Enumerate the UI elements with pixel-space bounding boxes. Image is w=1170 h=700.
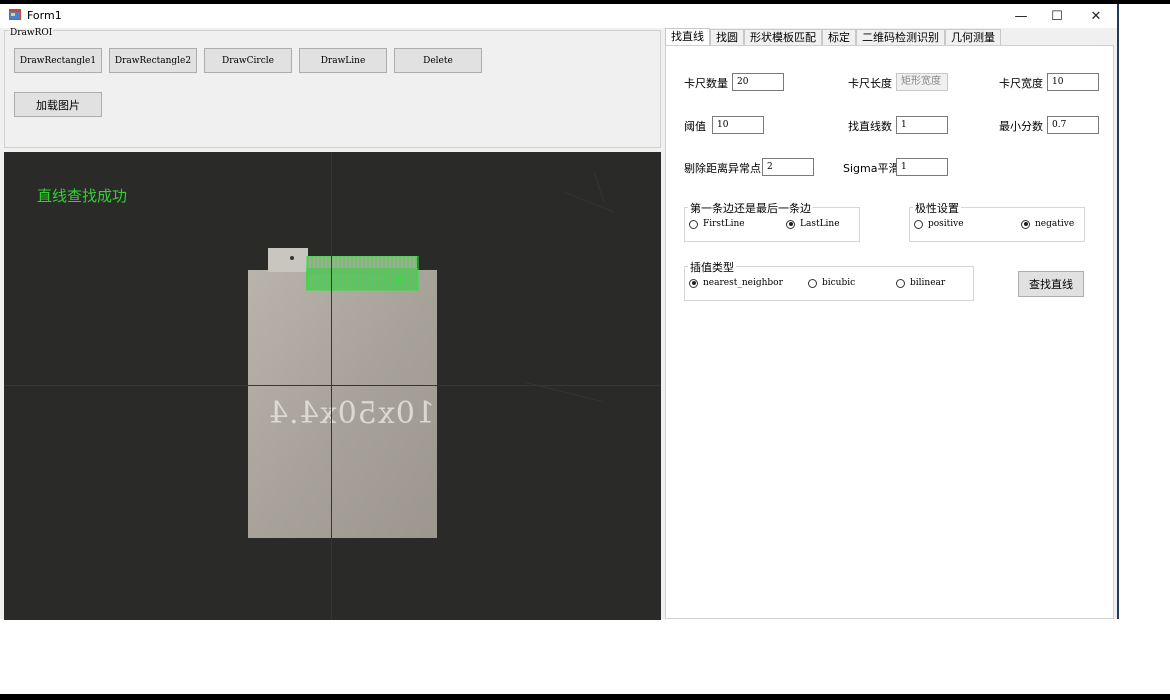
negative-label: negative	[1035, 219, 1075, 229]
min-score-input[interactable]: 0.7	[1047, 116, 1099, 134]
sigma-input[interactable]: 1	[896, 158, 948, 176]
polarity-title: 极性设置	[913, 200, 961, 216]
caliper-label: 38	[394, 277, 406, 287]
delete-button[interactable]: Delete	[394, 48, 482, 73]
outlier-distance-label: 剔除距离异常点	[684, 162, 761, 175]
caliper-length-label: 卡尺长度	[848, 77, 892, 90]
radio-circle-selected	[1021, 219, 1030, 229]
tab-find-line[interactable]: 找直线	[665, 28, 710, 46]
tab-strip: 找直线 找圆 形状模板匹配 标定 二维码检测识别 几何测量	[665, 28, 1001, 46]
title-bar: Form1 — ☐ ✕	[0, 4, 1117, 28]
maximize-icon: ☐	[1051, 8, 1063, 24]
draw-roi-label: DrawROI	[9, 28, 54, 38]
line-count-label: 找直线数	[848, 120, 892, 133]
positive-label: positive	[928, 219, 964, 229]
caliper-count-input[interactable]: 20	[732, 73, 784, 91]
radio-circle	[914, 219, 923, 229]
bilinear-radio[interactable]: bilinear	[896, 278, 945, 288]
screen-bottom-border	[0, 694, 1170, 700]
find-line-button[interactable]: 查找直线	[1018, 271, 1084, 297]
minimize-button[interactable]: —	[1003, 4, 1039, 28]
sigma-label: Sigma平滑	[843, 162, 900, 175]
app-icon	[9, 9, 21, 20]
tab-shape-match[interactable]: 形状模板匹配	[744, 29, 822, 45]
outlier-distance-input[interactable]: 2	[762, 158, 814, 176]
minimize-icon: —	[1014, 8, 1028, 24]
tab-qr-detection[interactable]: 二维码检测识别	[856, 29, 945, 45]
first-line-label: FirstLine	[703, 219, 745, 229]
draw-line-button[interactable]: DrawLine	[299, 48, 387, 73]
tab-geometry[interactable]: 几何测量	[945, 29, 1001, 45]
caliper-width-label: 卡尺宽度	[999, 77, 1043, 90]
radio-circle-selected	[786, 219, 795, 229]
min-score-label: 最小分数	[999, 120, 1043, 133]
radio-circle	[808, 278, 817, 288]
window-title: Form1	[27, 9, 62, 22]
caliper-count-label: 卡尺数量	[684, 77, 728, 90]
caliper-length-input: 矩形宽度	[896, 73, 948, 91]
threshold-label: 阈值	[684, 120, 706, 133]
draw-rectangle2-button[interactable]: DrawRectangle2	[109, 48, 197, 73]
nearest-neighbor-label: nearest_neighbor	[703, 278, 783, 288]
threshold-input[interactable]: 10	[712, 116, 764, 134]
draw-circle-button[interactable]: DrawCircle	[204, 48, 292, 73]
negative-radio[interactable]: negative	[1021, 219, 1074, 229]
maximize-button[interactable]: ☐	[1039, 4, 1075, 28]
load-image-button[interactable]: 加载图片	[14, 92, 102, 117]
radio-circle-selected	[689, 278, 698, 288]
close-icon: ✕	[1090, 8, 1102, 24]
bilinear-label: bilinear	[910, 278, 946, 288]
last-line-label: LastLine	[800, 219, 840, 229]
image-viewer[interactable]: 10x50x4.4 38 直线查找成功	[4, 152, 661, 620]
draw-rectangle1-button[interactable]: DrawRectangle1	[14, 48, 102, 73]
bicubic-label: bicubic	[822, 278, 856, 288]
first-line-radio[interactable]: FirstLine	[689, 219, 745, 229]
crosshair-horizontal	[4, 385, 661, 386]
close-button[interactable]: ✕	[1078, 4, 1114, 28]
interpolation-title: 插值类型	[688, 259, 736, 275]
crosshair-vertical	[331, 152, 332, 620]
bicubic-radio[interactable]: bicubic	[808, 278, 855, 288]
last-line-radio[interactable]: LastLine	[786, 219, 840, 229]
status-text: 直线查找成功	[37, 187, 128, 205]
positive-radio[interactable]: positive	[914, 219, 964, 229]
radio-circle	[896, 278, 905, 288]
radio-circle	[689, 219, 698, 229]
tab-calibration[interactable]: 标定	[822, 29, 856, 45]
line-count-input[interactable]: 1	[896, 116, 948, 134]
edge-select-title: 第一条边还是最后一条边	[688, 200, 813, 216]
engraved-text: 10x50x4.4	[268, 396, 435, 431]
tab-find-circle[interactable]: 找圆	[710, 29, 744, 45]
caliper-width-input[interactable]: 10	[1047, 73, 1099, 91]
nearest-neighbor-radio[interactable]: nearest_neighbor	[689, 278, 783, 288]
